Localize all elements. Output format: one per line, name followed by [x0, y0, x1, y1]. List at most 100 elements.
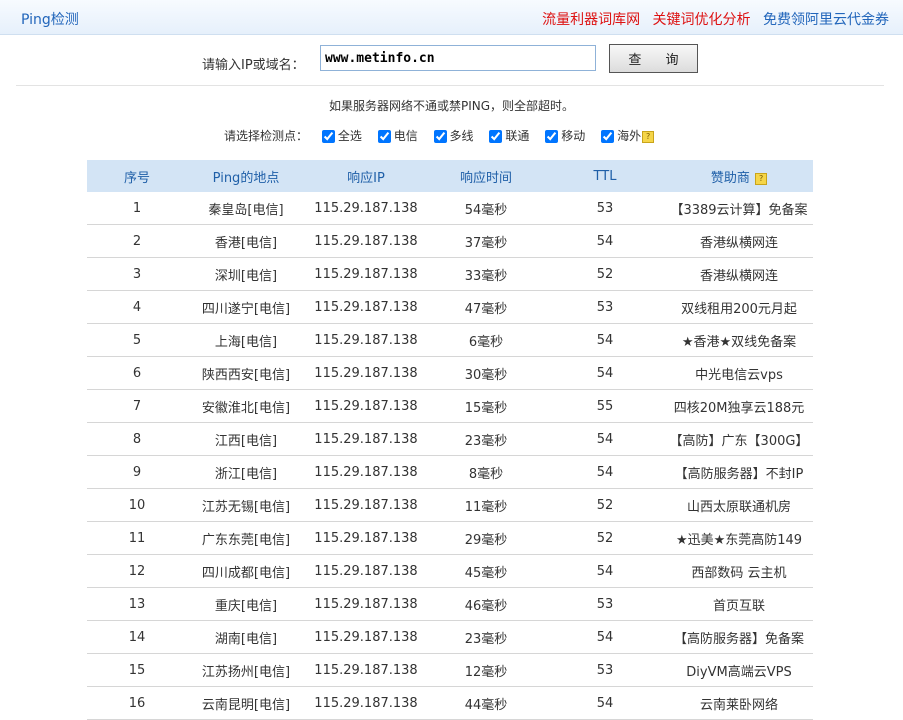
- cell-location: 重庆[电信]: [187, 587, 305, 621]
- cell-sponsor[interactable]: 香港纵横网连: [665, 224, 813, 258]
- cell-location: 江苏扬州[电信]: [187, 653, 305, 687]
- cell-sponsor[interactable]: 双线租用200元月起: [665, 290, 813, 324]
- help-icon[interactable]: ?: [642, 131, 655, 143]
- cell-time: 15毫秒: [427, 389, 545, 423]
- cell-sponsor[interactable]: 四核20M独享云188元: [665, 389, 813, 423]
- cell-sponsor[interactable]: 首页互联: [665, 587, 813, 621]
- cell-index: 11: [87, 521, 187, 555]
- table-row: 12 四川成都[电信] 115.29.187.138 45毫秒 54 西部数码 云主机: [87, 554, 813, 588]
- cell-location: 江西[电信]: [187, 422, 305, 456]
- cell-sponsor[interactable]: 山西太原联通机房: [665, 488, 813, 522]
- cell-ip: 115.29.187.138: [305, 192, 427, 225]
- header-sponsor: 赞助商 ?: [665, 160, 813, 192]
- checkpoint-mobile[interactable]: 移动: [545, 127, 585, 144]
- checkbox-overseas[interactable]: [601, 130, 615, 143]
- cell-ip: 115.29.187.138: [305, 653, 427, 687]
- cell-location: 四川成都[电信]: [187, 554, 305, 588]
- checkpoint-multiline[interactable]: 多线: [433, 127, 474, 144]
- checkbox-unicom[interactable]: [489, 130, 503, 143]
- table-row: 10 江苏无锡[电信] 115.29.187.138 11毫秒 52 山西太原联通机房: [87, 488, 813, 522]
- cell-sponsor[interactable]: ★香港★双线免备案: [665, 323, 813, 357]
- cell-time: 12毫秒: [427, 653, 545, 687]
- cell-ttl: 55: [545, 389, 665, 423]
- cell-location: 陕西西安[电信]: [187, 356, 305, 390]
- cell-sponsor[interactable]: 香港纵横网连: [665, 257, 813, 291]
- header-time: 响应时间: [427, 160, 545, 192]
- cell-ttl: 53: [545, 192, 665, 225]
- table-row: 8 江西[电信] 115.29.187.138 23毫秒 54 【高防】广东【300G】: [87, 422, 813, 456]
- header-index: 序号: [87, 160, 187, 192]
- cell-time: 23毫秒: [427, 422, 545, 456]
- cell-location: 深圳[电信]: [187, 257, 305, 291]
- cell-ip: 115.29.187.138: [305, 389, 427, 423]
- cell-sponsor[interactable]: 云南莱卧网络: [665, 686, 813, 720]
- cell-sponsor[interactable]: 【高防服务器】免备案: [665, 620, 813, 654]
- cell-sponsor[interactable]: DiyVM高端云VPS: [665, 653, 813, 687]
- page-title[interactable]: Ping检测: [21, 9, 79, 29]
- query-button[interactable]: 查 询: [609, 44, 698, 73]
- cell-index: 16: [87, 686, 187, 720]
- cell-ttl: 53: [545, 653, 665, 687]
- cell-location: 安徽淮北[电信]: [187, 389, 305, 423]
- cell-index: 14: [87, 620, 187, 654]
- cell-location: 香港[电信]: [187, 224, 305, 258]
- cell-time: 47毫秒: [427, 290, 545, 324]
- cell-ttl: 53: [545, 587, 665, 621]
- cell-ttl: 54: [545, 554, 665, 588]
- checkpoint-overseas[interactable]: 海外?: [601, 127, 655, 144]
- cell-index: 1: [87, 192, 187, 225]
- top-bar: Ping检测 流量利器词库网 关键词优化分析 免费领阿里云代金券: [0, 0, 903, 35]
- cell-time: 46毫秒: [427, 587, 545, 621]
- cell-ip: 115.29.187.138: [305, 224, 427, 258]
- checkbox-all[interactable]: [321, 130, 335, 143]
- cell-ttl: 54: [545, 323, 665, 357]
- checkbox-multiline[interactable]: [433, 130, 447, 143]
- cell-time: 23毫秒: [427, 620, 545, 654]
- ping-results-table: 序号 Ping的地点 响应IP 响应时间 TTL 赞助商 ? 1 秦皇岛[电信] 1…: [87, 160, 813, 720]
- checkbox-mobile[interactable]: [545, 130, 559, 143]
- cell-time: 33毫秒: [427, 257, 545, 291]
- cell-sponsor[interactable]: 西部数码 云主机: [665, 554, 813, 588]
- cell-ttl: 53: [545, 290, 665, 324]
- table-row: 3 深圳[电信] 115.29.187.138 33毫秒 52 香港纵横网连: [87, 257, 813, 291]
- divider: [16, 85, 884, 86]
- table-row: 7 安徽淮北[电信] 115.29.187.138 15毫秒 55 四核20M独享云188…: [87, 389, 813, 423]
- checkpoint-label: 请选择检测点：: [224, 129, 309, 143]
- cell-ttl: 52: [545, 257, 665, 291]
- cell-ttl: 54: [545, 356, 665, 390]
- checkpoint-all[interactable]: 全选: [321, 127, 362, 144]
- cell-ttl: 54: [545, 455, 665, 489]
- table-row: 9 浙江[电信] 115.29.187.138 8毫秒 54 【高防服务器】不封IP: [87, 455, 813, 489]
- cell-time: 44毫秒: [427, 686, 545, 720]
- cell-sponsor[interactable]: ★迅美★东莞高防149: [665, 521, 813, 555]
- cell-sponsor[interactable]: 【高防服务器】不封IP: [665, 455, 813, 489]
- cell-sponsor[interactable]: 【3389云计算】免备案: [665, 192, 813, 225]
- checkpoint-unicom[interactable]: 联通: [489, 127, 529, 144]
- cell-sponsor[interactable]: 【高防】广东【300G】: [665, 422, 813, 456]
- checkbox-telecom[interactable]: [377, 130, 391, 143]
- link-ciku[interactable]: 流量利器词库网: [542, 12, 640, 28]
- cell-location: 秦皇岛[电信]: [187, 192, 305, 225]
- cell-index: 12: [87, 554, 187, 588]
- table-row: 11 广东东莞[电信] 115.29.187.138 29毫秒 52 ★迅美★东莞高防14…: [87, 521, 813, 555]
- header-ttl: TTL: [545, 160, 665, 192]
- top-links: 流量利器词库网 关键词优化分析 免费领阿里云代金券: [534, 9, 889, 29]
- table-row: 6 陕西西安[电信] 115.29.187.138 30毫秒 54 中光电信云vps: [87, 356, 813, 390]
- table-row: 5 上海[电信] 115.29.187.138 6毫秒 54 ★香港★双线免备案: [87, 323, 813, 357]
- help-icon[interactable]: ?: [755, 172, 768, 185]
- cell-ip: 115.29.187.138: [305, 323, 427, 357]
- checkpoint-telecom[interactable]: 电信: [377, 127, 418, 144]
- cell-ip: 115.29.187.138: [305, 488, 427, 522]
- table-row: 15 江苏扬州[电信] 115.29.187.138 12毫秒 53 DiyVM高端云VP…: [87, 653, 813, 687]
- header-location: Ping的地点: [187, 160, 305, 192]
- cell-index: 2: [87, 224, 187, 258]
- cell-index: 6: [87, 356, 187, 390]
- cell-index: 7: [87, 389, 187, 423]
- cell-sponsor[interactable]: 中光电信云vps: [665, 356, 813, 390]
- cell-ip: 115.29.187.138: [305, 620, 427, 654]
- cell-index: 8: [87, 422, 187, 456]
- domain-input[interactable]: [320, 45, 596, 71]
- link-aliyun-coupon[interactable]: 免费领阿里云代金券: [763, 12, 889, 28]
- cell-ttl: 52: [545, 521, 665, 555]
- link-keyword-analysis[interactable]: 关键词优化分析: [653, 12, 751, 28]
